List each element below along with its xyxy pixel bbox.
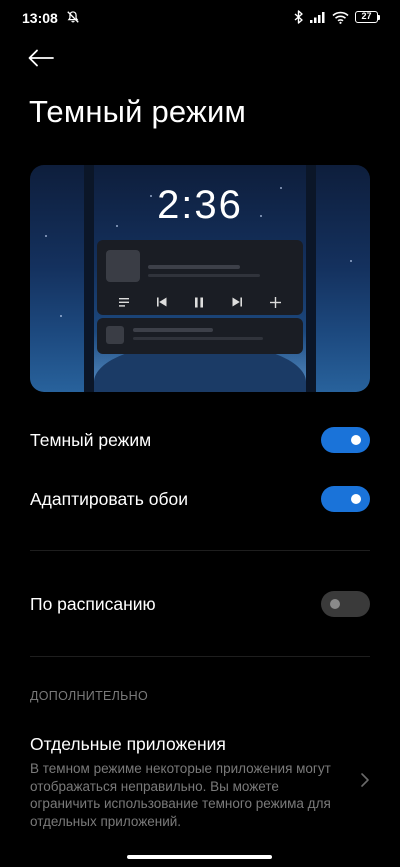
dark-mode-row[interactable]: Темный режим [30, 420, 370, 460]
bell-off-icon [67, 11, 79, 23]
status-bar: 13:08 27 [0, 0, 400, 36]
individual-apps-item[interactable]: Отдельные приложения В темном режиме нек… [30, 734, 370, 834]
adapt-wallpaper-toggle[interactable] [321, 486, 370, 512]
page-title: Темный режим [29, 94, 246, 129]
section-header-additional: ДОПОЛНИТЕЛЬНО [30, 689, 148, 703]
pause-icon [195, 297, 204, 307]
status-time: 13:08 [22, 10, 58, 26]
back-button[interactable] [28, 44, 58, 72]
home-indicator[interactable] [127, 855, 272, 859]
preview-notification-card-2 [97, 318, 303, 354]
arrow-left-icon [28, 49, 54, 67]
individual-apps-title: Отдельные приложения [30, 734, 226, 754]
preview-notification-card [97, 240, 303, 315]
add-icon [270, 296, 282, 308]
adapt-wallpaper-row[interactable]: Адаптировать обои [30, 479, 370, 519]
bluetooth-icon [294, 10, 303, 24]
next-icon [232, 297, 243, 307]
preview-clock: 2:36 [157, 183, 243, 227]
signal-icon [310, 12, 325, 23]
divider [30, 550, 370, 551]
battery-level: 27 [355, 11, 378, 23]
individual-apps-description: В темном режиме некоторые приложения мог… [30, 761, 331, 829]
battery-icon: 27 [355, 11, 380, 23]
dark-mode-preview: 2:36 [30, 165, 370, 392]
wifi-icon [332, 11, 349, 24]
dark-mode-toggle[interactable] [321, 427, 370, 453]
schedule-toggle[interactable] [321, 591, 370, 617]
preview-media-controls [97, 294, 303, 310]
adapt-wallpaper-label: Адаптировать обои [30, 488, 189, 509]
previous-icon [156, 297, 167, 307]
divider [30, 656, 370, 657]
status-icons: 27 [294, 10, 380, 24]
chevron-right-icon [361, 773, 369, 787]
schedule-label: По расписанию [30, 593, 156, 614]
dark-mode-label: Темный режим [30, 429, 152, 450]
schedule-row[interactable]: По расписанию [30, 584, 370, 624]
playlist-icon [118, 297, 129, 307]
